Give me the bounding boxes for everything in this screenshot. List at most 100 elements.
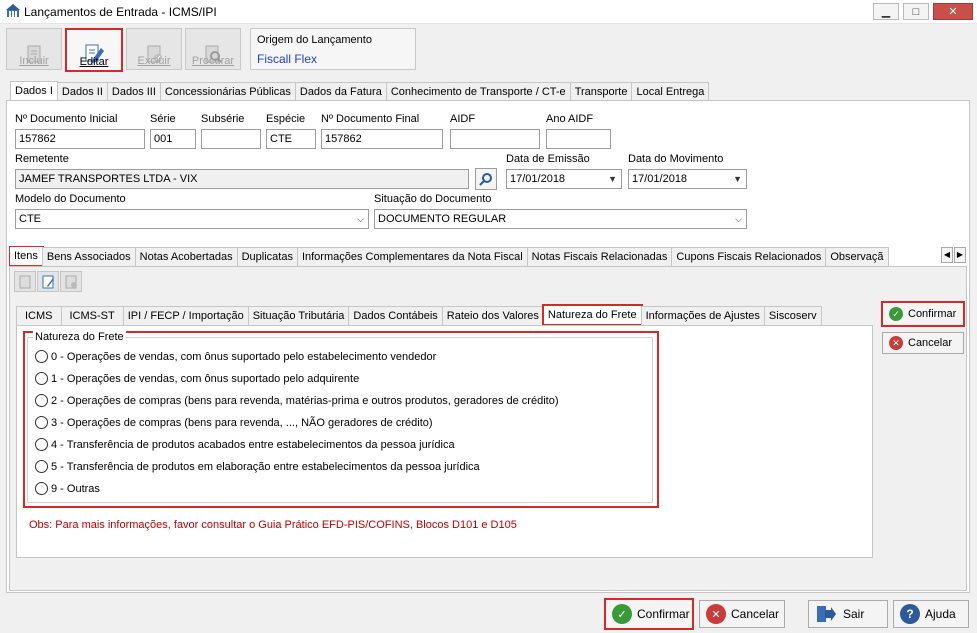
tab-dados-iii[interactable]: Dados III	[106, 82, 161, 101]
radio-option-3[interactable]: 3 - Operações de compras (bens para reve…	[35, 416, 433, 429]
aidf-label: AIDF	[450, 113, 476, 125]
tab-local-entrega[interactable]: Local Entrega	[631, 82, 710, 101]
cancel-icon: ✕	[889, 336, 903, 350]
confirmar-button[interactable]: ✓ Confirmar	[604, 598, 694, 630]
tab-situacao-tributaria[interactable]: Situação Tributária	[247, 306, 350, 325]
incluir-button[interactable]: Incluir	[6, 28, 62, 70]
remetente-field[interactable]: JAMEF TRANSPORTES LTDA - VIX	[15, 169, 469, 189]
tax-tabstrip: ICMS ICMS-ST IPI / FECP / Importação Sit…	[16, 304, 822, 326]
tab-icms-st[interactable]: ICMS-ST	[60, 306, 124, 325]
app-icon	[6, 4, 20, 17]
tab-dados-ii[interactable]: Dados II	[56, 82, 108, 101]
radio-option-1[interactable]: 1 - Operações de vendas, com ônus suport…	[35, 372, 359, 385]
modelo-select[interactable]: CTE ⌵	[15, 209, 369, 229]
subserie-field[interactable]	[201, 129, 261, 149]
excluir-button[interactable]: Excluir	[126, 28, 182, 70]
tab-ipi[interactable]: IPI / FECP / Importação	[122, 306, 249, 325]
tab-scroll-right-button[interactable]: ▶	[954, 247, 966, 263]
radio-circle	[35, 438, 48, 451]
origem-panel: Origem do Lançamento Fiscall Flex	[250, 28, 416, 70]
especie-field[interactable]: CTE	[266, 129, 316, 149]
tab-observacao[interactable]: Observaçã	[825, 247, 889, 266]
minimize-button[interactable]: ▁	[873, 3, 899, 20]
remetente-search-button[interactable]	[475, 168, 497, 190]
aidf-field[interactable]	[450, 129, 540, 149]
data-emissao-label: Data de Emissão	[506, 153, 590, 165]
modelo-label: Modelo do Documento	[15, 193, 126, 205]
tab-notas-acobertadas[interactable]: Notas Acobertadas	[134, 247, 238, 266]
cancel-icon: ✕	[706, 604, 726, 624]
tab-dados-fatura[interactable]: Dados da Fatura	[294, 82, 387, 101]
num-doc-final-field[interactable]: 157862	[321, 129, 443, 149]
ano-aidf-label: Ano AIDF	[546, 113, 594, 125]
natureza-legend: Natureza do Frete	[33, 331, 126, 343]
tab-rateio-valores[interactable]: Rateio dos Valores	[441, 306, 544, 325]
sair-button[interactable]: Sair	[808, 600, 888, 628]
maximize-icon: □	[912, 5, 920, 18]
tab-concessionarias[interactable]: Concessionárias Públicas	[159, 82, 296, 101]
data-movimento-field[interactable]: 17/01/2018 ▼	[628, 169, 747, 189]
side-confirmar-button[interactable]: ✓ Confirmar	[881, 301, 965, 327]
delete-icon	[65, 275, 77, 288]
radio-option-5[interactable]: 5 - Transferência de produtos em elabora…	[35, 460, 480, 473]
tab-icms[interactable]: ICMS	[16, 306, 62, 325]
tab-cupons-relacionados[interactable]: Cupons Fiscais Relacionados	[671, 247, 827, 266]
tab-itens[interactable]: Itens	[9, 246, 44, 266]
num-doc-final-label: Nº Documento Final	[321, 113, 420, 125]
delete-item-button[interactable]	[60, 271, 82, 292]
procurar-button[interactable]: Procurar	[185, 28, 241, 70]
tab-natureza-frete[interactable]: Natureza do Frete	[541, 304, 643, 326]
num-doc-inicial-label: Nº Documento Inicial	[15, 113, 118, 125]
ano-aidf-field[interactable]	[546, 129, 611, 149]
radio-option-0[interactable]: 0 - Operações de vendas, com ônus suport…	[35, 350, 436, 363]
check-icon: ✓	[889, 307, 903, 321]
help-icon: ?	[900, 604, 920, 624]
radio-option-9[interactable]: 9 - Outras	[35, 482, 100, 495]
radio-circle	[35, 416, 48, 429]
radio-circle	[35, 350, 48, 363]
add-item-button[interactable]	[14, 271, 36, 292]
ajuda-button[interactable]: ? Ajuda	[893, 600, 969, 628]
tab-notas-relacionadas[interactable]: Notas Fiscais Relacionadas	[526, 247, 673, 266]
side-cancelar-button[interactable]: ✕ Cancelar	[882, 332, 964, 354]
natureza-panel: Natureza do Frete 0 - Operações de venda…	[16, 325, 873, 558]
chevron-down-icon: ▼	[608, 174, 617, 184]
remetente-label: Remetente	[15, 153, 69, 165]
tab-bens-associados[interactable]: Bens Associados	[41, 247, 136, 266]
tab-conhecimento-transporte[interactable]: Conhecimento de Transporte / CT-e	[385, 82, 571, 101]
radio-option-4[interactable]: 4 - Transferência de produtos acabados e…	[35, 438, 455, 451]
obs-text: Obs: Para mais informações, favor consul…	[29, 519, 517, 531]
situacao-select[interactable]: DOCUMENTO REGULAR ⌵	[374, 209, 747, 229]
tab-dados-i[interactable]: Dados I	[10, 81, 58, 101]
items-toolbar	[14, 271, 82, 292]
editar-button[interactable]: Editar	[65, 28, 123, 72]
maximize-button[interactable]: □	[903, 3, 929, 20]
main-panel: Nº Documento Inicial Série Subsérie Espé…	[6, 100, 970, 593]
tab-info-complementares[interactable]: Informações Complementares da Nota Fisca…	[296, 247, 528, 266]
items-panel: ICMS ICMS-ST IPI / FECP / Importação Sit…	[9, 266, 967, 591]
data-emissao-field[interactable]: 17/01/2018 ▼	[506, 169, 622, 189]
chevron-down-icon: ▼	[733, 174, 742, 184]
tab-transporte[interactable]: Transporte	[569, 82, 633, 101]
chevron-down-icon: ⌵	[735, 214, 742, 224]
edit-icon	[42, 275, 54, 288]
situacao-label: Situação do Documento	[374, 193, 492, 205]
search-icon	[479, 173, 492, 186]
especie-label: Espécie	[266, 113, 306, 125]
tab-duplicatas[interactable]: Duplicatas	[236, 247, 298, 266]
tab-scroll-left-button[interactable]: ◀	[941, 247, 953, 263]
radio-circle	[35, 482, 48, 495]
radio-circle	[35, 394, 48, 407]
num-doc-inicial-field[interactable]: 157862	[15, 129, 145, 149]
serie-field[interactable]: 001	[150, 129, 196, 149]
chevron-left-icon: ◀	[943, 250, 951, 259]
subserie-label: Subsérie	[201, 113, 245, 125]
close-button[interactable]: ✕	[933, 3, 973, 20]
tab-siscoserv[interactable]: Siscoserv	[763, 306, 822, 325]
close-icon: ✕	[948, 6, 958, 18]
radio-option-2[interactable]: 2 - Operações de compras (bens para reve…	[35, 394, 558, 407]
tab-info-ajustes[interactable]: Informações de Ajustes	[640, 306, 765, 325]
edit-item-button[interactable]	[37, 271, 59, 292]
cancelar-button[interactable]: ✕ Cancelar	[699, 600, 785, 628]
tab-dados-contabeis[interactable]: Dados Contábeis	[348, 306, 443, 325]
